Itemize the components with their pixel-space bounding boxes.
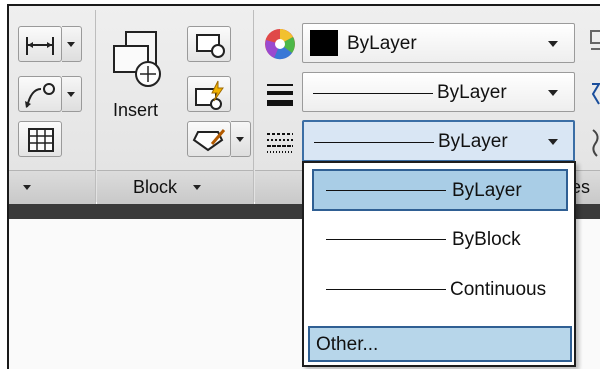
multileader-icon	[25, 83, 55, 108]
lineweight-combo[interactable]: ByLayer	[302, 72, 575, 112]
line-preview	[326, 289, 446, 290]
dropdown-item-byblock[interactable]: ByBlock	[312, 219, 568, 261]
dropdown-item-bylayer[interactable]: ByLayer	[312, 169, 568, 211]
dropdown-item-label: Other...	[316, 334, 379, 355]
insert-label: Insert	[113, 100, 159, 120]
dropdown-item-other[interactable]: Other...	[308, 326, 572, 362]
chevron-down-icon	[67, 92, 75, 97]
match-properties-icon	[592, 129, 599, 157]
create-block-button[interactable]	[187, 26, 231, 62]
table-button[interactable]	[18, 121, 62, 157]
dimension-dropdown[interactable]	[62, 26, 82, 62]
dropdown-item-label: ByBlock	[452, 229, 521, 250]
line-preview	[314, 142, 434, 143]
chevron-down-icon	[548, 41, 558, 47]
dropdown-item-label: ByLayer	[452, 180, 522, 201]
panel-expand-icon	[23, 185, 31, 190]
insert-button[interactable]: Insert	[104, 24, 174, 124]
leader-dropdown[interactable]	[62, 76, 82, 112]
linetype-dropdown-list: ByLayer ByBlock Continuous Other...	[302, 161, 576, 367]
dimension-button[interactable]	[18, 26, 62, 62]
lineweight-combo-value: ByLayer	[437, 82, 507, 103]
block-panel-bar[interactable]: Block	[97, 170, 253, 205]
edit-attributes-icon	[192, 129, 226, 152]
linetype-icon	[267, 133, 293, 153]
lineweight-icon	[267, 84, 293, 106]
application-frame: Block es Insert ByLayer ByLayer ByLayer …	[7, 4, 600, 369]
edit-attributes-button[interactable]	[187, 121, 231, 157]
chevron-down-icon	[236, 137, 244, 142]
dropdown-item-continuous[interactable]: Continuous	[312, 269, 568, 311]
linear-dimension-icon	[26, 37, 54, 55]
draw-panel-bar[interactable]	[9, 170, 95, 205]
block-editor-icon	[195, 80, 224, 110]
measure-icon	[591, 83, 600, 105]
color-swatch	[310, 30, 338, 56]
color-wheel-icon	[265, 29, 295, 60]
chevron-down-icon	[548, 90, 558, 96]
create-block-icon	[196, 34, 225, 58]
panel-separator	[95, 10, 96, 204]
edit-block-button[interactable]	[187, 76, 231, 112]
line-preview	[313, 93, 433, 94]
dropdown-item-label: Continuous	[450, 279, 547, 300]
table-icon	[28, 128, 54, 152]
block-panel-label: Block	[133, 177, 178, 197]
line-preview	[326, 239, 446, 240]
color-combo-value: ByLayer	[347, 33, 417, 54]
chevron-down-icon	[67, 42, 75, 47]
panel-separator	[253, 10, 254, 204]
linetype-combo[interactable]: ByLayer	[302, 120, 575, 162]
edit-attributes-dropdown[interactable]	[231, 121, 251, 157]
leader-button[interactable]	[18, 76, 62, 112]
block-panel-expand-icon	[193, 185, 201, 190]
line-preview	[326, 190, 446, 191]
linetype-combo-value: ByLayer	[438, 131, 508, 152]
list-icon	[590, 30, 600, 50]
insert-block-icon	[113, 31, 161, 87]
color-combo[interactable]: ByLayer	[302, 23, 575, 63]
chevron-down-icon	[548, 139, 558, 145]
